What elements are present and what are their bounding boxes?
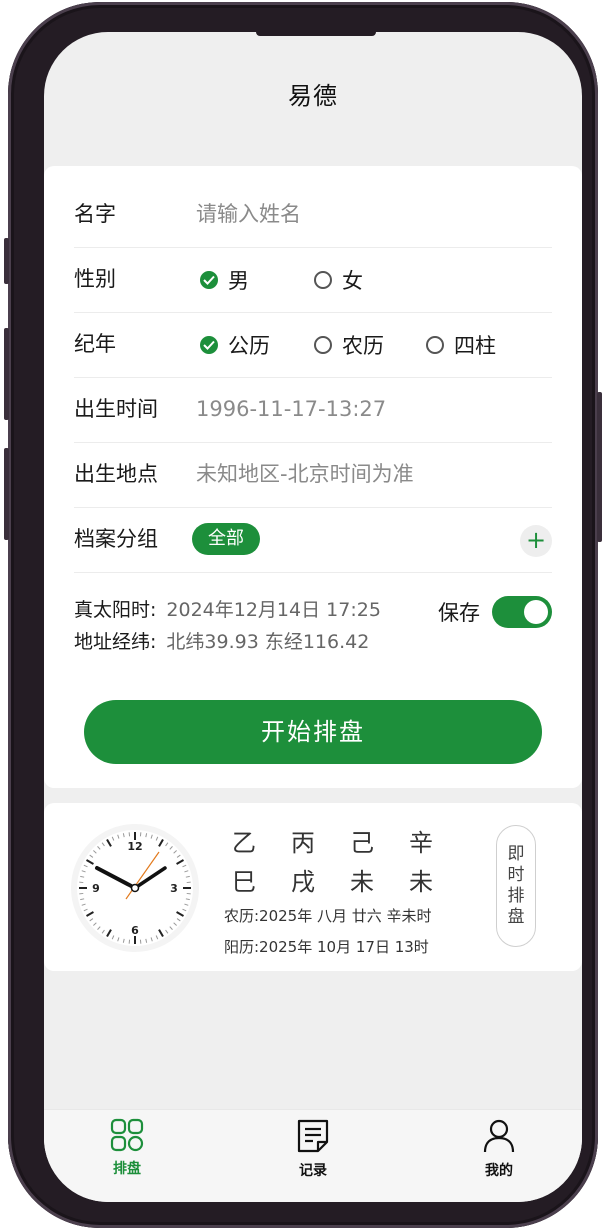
add-group-button[interactable]: + xyxy=(520,525,552,557)
instant-chart-button[interactable]: 即 时 排 盘 xyxy=(496,825,536,947)
current-time-card: 12 3 6 9 乙 丙 己 辛 巳 戌 未 未 农历:2025年 八月 廿六 … xyxy=(44,803,582,971)
checked-circle-icon xyxy=(200,335,218,354)
true-solar-time-value: 2024年12月14日 17:25 xyxy=(166,599,381,621)
stem-hour: 辛 xyxy=(409,829,433,857)
lunar-date: 农历:2025年 八月 廿六 辛未时 xyxy=(224,907,432,925)
save-toggle[interactable] xyxy=(492,596,552,628)
coordinates-value: 北纬39.93 东经116.42 xyxy=(166,631,370,653)
calendar-label: 纪年 xyxy=(74,332,116,356)
person-icon xyxy=(483,1119,515,1153)
tab-chart[interactable]: 排盘 xyxy=(92,1118,162,1178)
app-screen: 易德 名字 请输入姓名 性别 男 女 纪年 公历 农历 四柱 出生时间 1996… xyxy=(44,32,582,1202)
instant-chart-char: 时 xyxy=(507,865,525,885)
name-input[interactable]: 请输入姓名 xyxy=(196,182,301,247)
analog-clock: 12 3 6 9 xyxy=(68,821,202,955)
solar-date: 阳历:2025年 10月 17日 13时 xyxy=(224,938,429,956)
calendar-row: 纪年 公历 农历 四柱 xyxy=(74,312,552,378)
gender-option-label: 男 xyxy=(228,268,249,293)
radio-circle-icon xyxy=(426,335,444,354)
group-chip-all[interactable]: 全部 xyxy=(192,523,260,555)
coordinates-line: 地址经纬: 北纬39.93 东经116.42 xyxy=(74,627,369,657)
branch-month: 戌 xyxy=(291,868,315,896)
branch-day: 未 xyxy=(350,868,374,896)
gender-option-label: 女 xyxy=(342,268,363,293)
page-title: 易德 xyxy=(288,82,338,110)
phone-frame: 易德 名字 请输入姓名 性别 男 女 纪年 公历 农历 四柱 出生时间 1996… xyxy=(4,2,602,1228)
true-solar-time-block: 真太阳时: 2024年12月14日 17:25 地址经纬: 北纬39.93 东经11… xyxy=(74,585,552,665)
calendar-option-label: 四柱 xyxy=(454,333,496,358)
gender-option-female[interactable]: 女 xyxy=(314,247,363,312)
stem-month: 丙 xyxy=(291,829,315,857)
gender-label: 性别 xyxy=(74,267,116,291)
branch-year: 巳 xyxy=(232,868,256,896)
save-toggle-group: 保存 xyxy=(438,595,552,629)
birth-time-label: 出生时间 xyxy=(74,397,158,421)
document-icon xyxy=(297,1119,329,1153)
clock-number-12: 12 xyxy=(127,840,142,853)
stem-day: 己 xyxy=(350,829,374,857)
power-button xyxy=(597,392,602,542)
birth-place-label: 出生地点 xyxy=(74,462,158,486)
branch-hour: 未 xyxy=(409,868,433,896)
birth-info-form: 名字 请输入姓名 性别 男 女 纪年 公历 农历 四柱 出生时间 1996-11… xyxy=(44,166,582,788)
birth-place-row[interactable]: 出生地点 未知地区-北京时间为准 xyxy=(74,442,552,508)
tab-records[interactable]: 记录 xyxy=(278,1118,348,1180)
instant-chart-char: 盘 xyxy=(507,907,525,927)
group-row: 档案分组 全部 + xyxy=(74,507,552,573)
coordinates-label: 地址经纬: xyxy=(74,631,157,653)
start-chart-button[interactable]: 开始排盘 xyxy=(84,700,542,764)
name-label: 名字 xyxy=(74,202,116,226)
tab-label: 我的 xyxy=(485,1163,513,1179)
gender-option-male[interactable]: 男 xyxy=(200,247,249,312)
save-label: 保存 xyxy=(438,601,480,625)
calendar-option-label: 公历 xyxy=(228,333,270,358)
volume-up-button xyxy=(4,328,9,420)
checked-circle-icon xyxy=(200,270,218,289)
tab-label: 排盘 xyxy=(113,1161,141,1177)
name-row: 名字 请输入姓名 xyxy=(74,182,552,248)
stem-year: 乙 xyxy=(232,829,256,857)
clock-number-6: 6 xyxy=(131,924,139,937)
bottom-tab-bar: 排盘 记录 我的 xyxy=(44,1109,582,1202)
tab-profile[interactable]: 我的 xyxy=(464,1118,534,1180)
group-label: 档案分组 xyxy=(74,527,158,551)
instant-chart-char: 即 xyxy=(507,844,525,864)
earthly-branches-row: 巳 戌 未 未 xyxy=(224,862,460,897)
instant-chart-char: 排 xyxy=(507,886,525,906)
toggle-knob xyxy=(524,600,548,624)
four-pillars: 乙 丙 己 辛 巳 戌 未 未 农历:2025年 八月 廿六 辛未时 阳历:20… xyxy=(224,823,460,957)
birth-time-value[interactable]: 1996-11-17-13:27 xyxy=(196,377,386,442)
calendar-option-four-pillars[interactable]: 四柱 xyxy=(426,312,496,377)
gender-row: 性别 男 女 xyxy=(74,247,552,313)
clock-number-3: 3 xyxy=(170,882,178,895)
calendar-option-gregorian[interactable]: 公历 xyxy=(200,312,270,377)
birth-place-value[interactable]: 未知地区-北京时间为准 xyxy=(196,442,414,507)
calendar-option-lunar[interactable]: 农历 xyxy=(314,312,384,377)
clock-number-9: 9 xyxy=(92,882,100,895)
radio-circle-icon xyxy=(314,270,332,289)
heavenly-stems-row: 乙 丙 己 辛 xyxy=(224,823,460,858)
top-notch xyxy=(256,32,376,36)
calendar-option-label: 农历 xyxy=(342,333,384,358)
action-button xyxy=(4,238,9,284)
volume-down-button xyxy=(4,448,9,540)
radio-circle-icon xyxy=(314,335,332,354)
birth-time-row[interactable]: 出生时间 1996-11-17-13:27 xyxy=(74,377,552,443)
true-solar-time-line: 真太阳时: 2024年12月14日 17:25 xyxy=(74,595,381,625)
grid-icon xyxy=(110,1118,144,1152)
true-solar-time-label: 真太阳时: xyxy=(74,599,157,621)
tab-label: 记录 xyxy=(299,1163,327,1179)
